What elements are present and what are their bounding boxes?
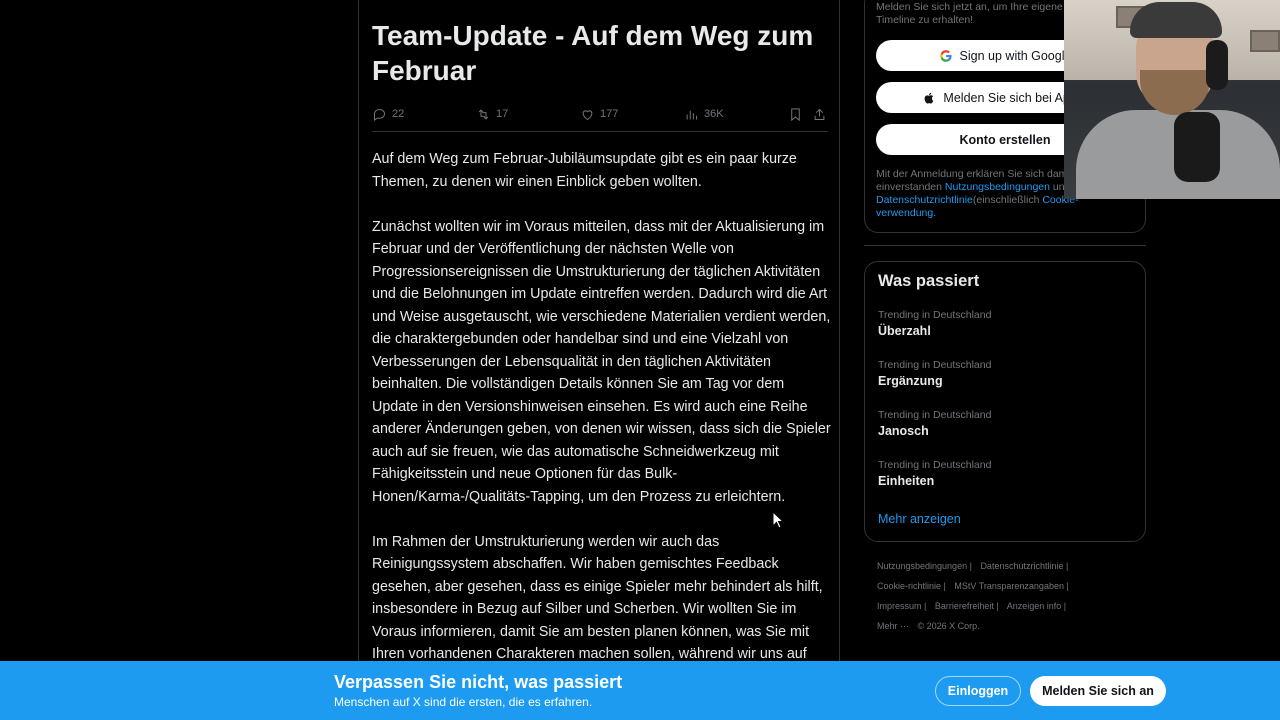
footer-link[interactable]: Anzeigen info | (1007, 601, 1066, 611)
terms-link[interactable]: Nutzungsbedingungen (945, 181, 1050, 193)
trend-context: Trending in Deutschland (878, 409, 992, 421)
trend-name: Überzahl (878, 324, 931, 338)
reply-button[interactable]: 22 (372, 104, 404, 124)
google-icon (939, 49, 952, 62)
like-count: 177 (600, 108, 619, 120)
footer-links: Nutzungsbedingungen | Datenschutzrichtli… (877, 556, 1107, 636)
create-account-label: Konto erstellen (959, 132, 1051, 147)
views-button[interactable]: 36K (684, 104, 724, 124)
show-more-link[interactable]: Mehr anzeigen (878, 512, 961, 526)
banner-title: Verpassen Sie nicht, was passiert (334, 672, 623, 692)
webcam-overlay (1064, 0, 1280, 199)
trend-name: Ergänzung (878, 374, 943, 388)
footer-link[interactable]: Mehr ··· (877, 621, 909, 631)
divider (372, 131, 828, 132)
repost-icon (478, 108, 489, 120)
copyright: © 2026 X Corp. (917, 621, 980, 631)
mouse-cursor-icon (772, 511, 784, 529)
privacy-link[interactable]: Datenschutzrichtlinie (876, 194, 973, 206)
repost-button[interactable]: 17 (476, 104, 508, 124)
paragraph: Auf dem Weg zum Februar-Jubiläumsupdate … (372, 151, 797, 190)
footer-link[interactable]: Nutzungsbedingungen | (877, 561, 972, 571)
footer-link[interactable]: Cookie-richtlinie | (877, 581, 946, 591)
views-icon (686, 110, 697, 119)
views-count: 36K (704, 108, 724, 120)
like-button[interactable]: 177 (580, 104, 618, 124)
article-column: Team-Update - Auf dem Weg zum Februar 22… (358, 0, 840, 662)
repost-count: 17 (496, 108, 509, 120)
share-button[interactable] (812, 104, 827, 124)
trend-item[interactable]: Trending in Deutschland Einheiten (878, 458, 1128, 490)
trend-name: Janosch (878, 424, 929, 438)
microphone (1174, 112, 1220, 182)
trend-name: Einheiten (878, 474, 935, 488)
paragraph: Im Rahmen der Umstrukturierung werden wi… (372, 533, 823, 663)
banner-subtitle: Menschen auf X sind die ersten, die es e… (334, 695, 593, 709)
signup-banner: Verpassen Sie nicht, was passiert Mensch… (0, 661, 1280, 720)
footer-link[interactable]: MStV Transparenzangaben | (954, 581, 1068, 591)
register-button[interactable]: Melden Sie sich an (1030, 676, 1166, 706)
divider (864, 245, 1146, 246)
article-title: Team-Update - Auf dem Weg zum Februar (372, 20, 814, 86)
streamer-beard (1140, 70, 1210, 115)
reply-icon (374, 108, 386, 121)
trend-context: Trending in Deutschland (878, 309, 992, 321)
paragraph: Zunächst wollten wir im Voraus mitteilen… (372, 218, 831, 505)
trend-context: Trending in Deutschland (878, 459, 992, 471)
trends-title: Was passiert (878, 272, 980, 290)
headphone (1206, 40, 1228, 90)
trend-item[interactable]: Trending in Deutschland Ergänzung (878, 358, 1128, 390)
trend-context: Trending in Deutschland (878, 359, 992, 371)
trend-item[interactable]: Trending in Deutschland Überzahl (878, 308, 1128, 340)
share-icon (814, 108, 825, 120)
footer-link[interactable]: Barrierefreiheit | (935, 601, 999, 611)
article-body: Auf dem Weg zum Februar-Jubiläumsupdate … (372, 148, 832, 662)
streamer-cap (1130, 2, 1222, 38)
bookmark-icon (791, 107, 800, 121)
footer-link[interactable]: Datenschutzrichtlinie | (980, 561, 1068, 571)
footer-link[interactable]: Impressum | (877, 601, 926, 611)
like-icon (582, 109, 593, 120)
trend-item[interactable]: Trending in Deutschland Janosch (878, 408, 1128, 440)
picture-frame (1250, 30, 1280, 52)
legal-text: (einschließlich (972, 194, 1040, 206)
google-signup-label: Sign up with Google (959, 48, 1072, 63)
bookmark-button[interactable] (788, 104, 803, 124)
trends-panel: Was passiert Trending in Deutschland Übe… (864, 261, 1146, 542)
apple-icon (925, 92, 934, 104)
article-actions: 22 17 177 36K (372, 104, 828, 124)
reply-count: 22 (392, 108, 405, 120)
login-button[interactable]: Einloggen (935, 676, 1021, 706)
